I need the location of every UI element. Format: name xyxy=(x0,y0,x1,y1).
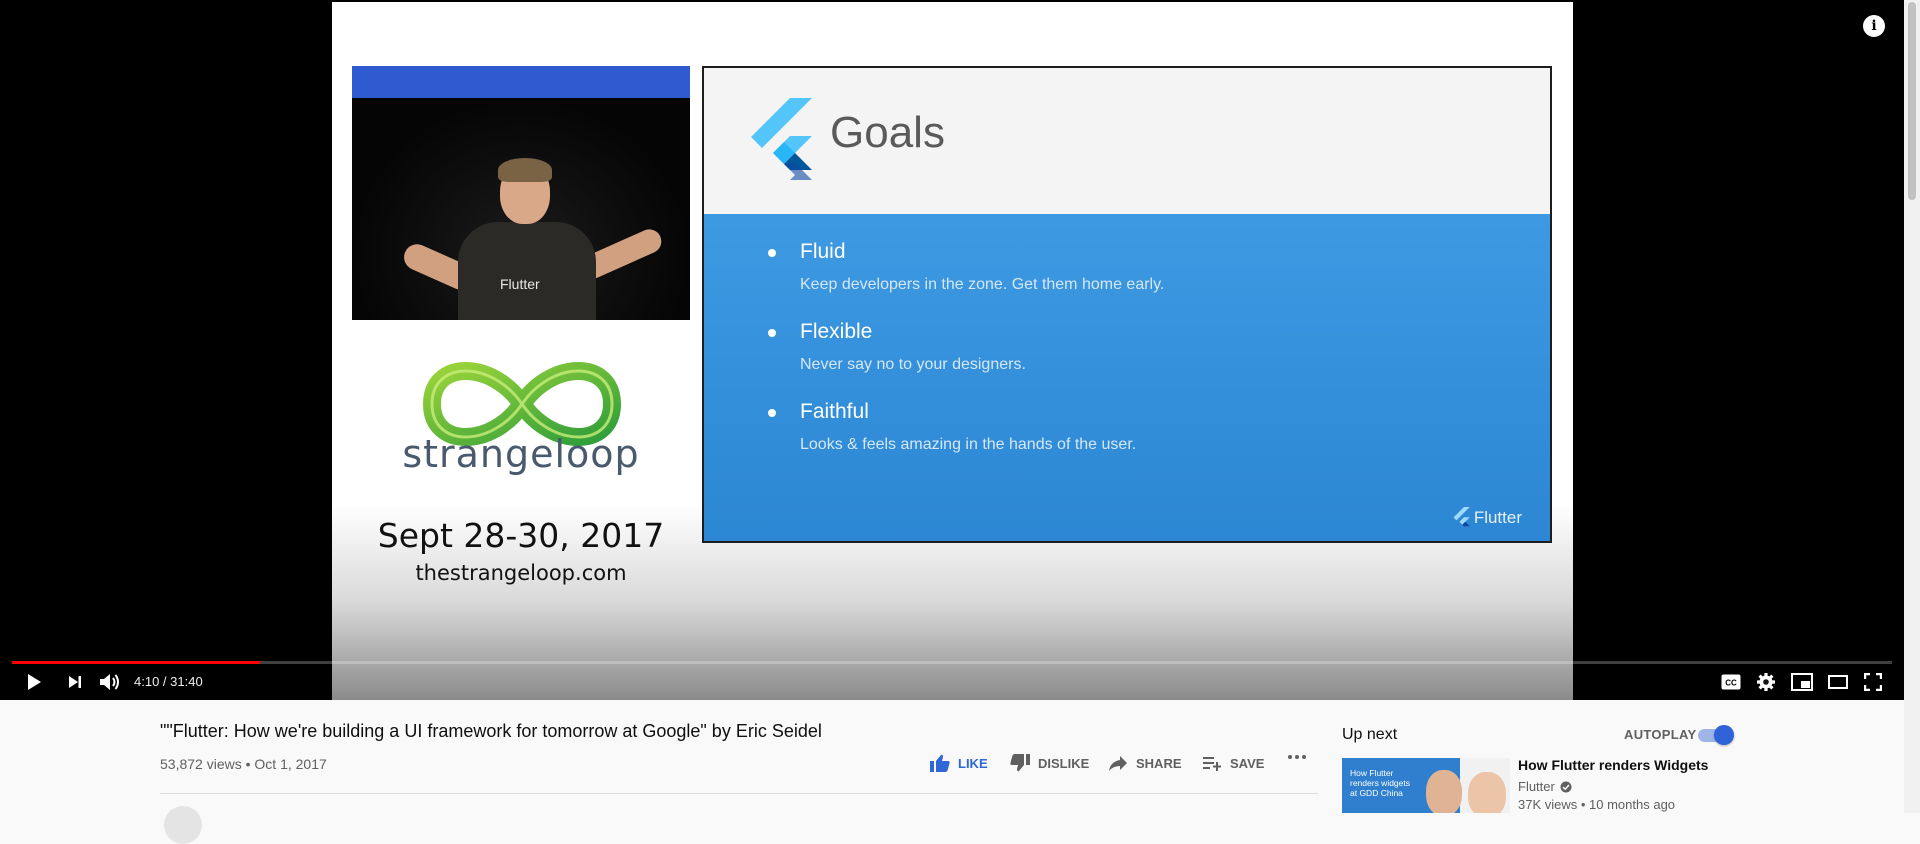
volume-icon[interactable] xyxy=(97,669,123,695)
save-icon xyxy=(1203,757,1221,771)
dislike-label: DISLIKE xyxy=(1038,755,1090,771)
video-title: ""Flutter: How we're building a UI frame… xyxy=(160,721,822,741)
frame-top-border xyxy=(332,0,1573,2)
save-button[interactable]: SAVE xyxy=(1202,754,1264,772)
recommendation-channel[interactable]: Flutter xyxy=(1518,779,1572,794)
like-button[interactable]: LIKE xyxy=(930,754,988,772)
more-icon xyxy=(1288,755,1306,759)
goal-description: Looks & feels amazing in the hands of th… xyxy=(800,436,1137,453)
slide-title: Goals xyxy=(830,108,945,157)
recommendation-channel-name: Flutter xyxy=(1518,779,1555,794)
bullet-icon xyxy=(768,249,776,257)
speaker-hair xyxy=(498,158,552,182)
bullet-icon xyxy=(768,409,776,417)
save-label: SAVE xyxy=(1230,755,1265,771)
presentation-slide: Goals Fluid Keep developers in the zone.… xyxy=(702,66,1552,543)
autoplay-toggle[interactable] xyxy=(1698,725,1734,745)
time-display: 4:10 / 31:40 xyxy=(134,674,203,689)
strangeloop-wordmark: strangeloop xyxy=(402,432,640,476)
verified-icon xyxy=(1560,781,1572,792)
event-dates: Sept 28-30, 2017 xyxy=(377,516,665,555)
dislike-icon xyxy=(1010,754,1030,772)
slide-brand: Flutter xyxy=(1452,507,1522,529)
next-icon[interactable] xyxy=(62,669,88,695)
captions-icon[interactable]: CC xyxy=(1718,669,1744,695)
up-next-label: Up next xyxy=(1342,726,1398,743)
page-scrollbar[interactable] xyxy=(1904,0,1920,813)
slide-header: Goals xyxy=(704,68,1550,214)
info-icon[interactable]: i xyxy=(1863,15,1885,37)
miniplayer-icon[interactable] xyxy=(1789,669,1815,695)
video-frame: Flutter strangeloop Sept 28-30, 2017 the… xyxy=(332,0,1573,700)
speaker-torso xyxy=(458,222,596,320)
autoplay-label: AUTOPLAY xyxy=(1624,727,1697,742)
theater-icon[interactable] xyxy=(1825,669,1851,695)
svg-text:CC: CC xyxy=(1725,679,1737,688)
share-button[interactable]: SHARE xyxy=(1108,754,1182,772)
fullscreen-icon[interactable] xyxy=(1860,669,1886,695)
recommendation-thumbnail[interactable]: How Flutter renders widgets at GDD China xyxy=(1342,758,1510,813)
flutter-logo-icon xyxy=(751,98,812,180)
flutter-small-icon xyxy=(1453,507,1470,527)
like-label: LIKE xyxy=(958,755,988,771)
goal-title: Faithful xyxy=(800,400,869,423)
play-icon[interactable] xyxy=(21,669,47,695)
channel-avatar[interactable] xyxy=(164,806,202,844)
bullet-icon xyxy=(768,329,776,337)
settings-icon[interactable] xyxy=(1753,669,1779,695)
section-divider xyxy=(160,793,1318,794)
thumbnail-person xyxy=(1468,772,1506,813)
speaker-shirt-logo: Flutter xyxy=(500,276,540,292)
thumbnail-person xyxy=(1426,770,1462,813)
video-player[interactable]: Flutter strangeloop Sept 28-30, 2017 the… xyxy=(0,0,1904,700)
recommendation-title[interactable]: How Flutter renders Widgets xyxy=(1518,757,1708,773)
share-label: SHARE xyxy=(1136,755,1182,771)
recommendation-meta: 37K views • 10 months ago xyxy=(1518,797,1676,812)
scrollbar-thumb[interactable] xyxy=(1908,2,1916,200)
slide-body: Fluid Keep developers in the zone. Get t… xyxy=(704,214,1550,541)
share-icon xyxy=(1109,756,1127,771)
more-actions-button[interactable] xyxy=(1287,754,1307,760)
event-url: thestrangeloop.com xyxy=(415,561,627,585)
player-controls: 4:10 / 31:40 CC xyxy=(0,664,1904,700)
slide-brand-label: Flutter xyxy=(1473,508,1522,527)
dislike-button[interactable]: DISLIKE xyxy=(1010,754,1089,772)
speaker-camera: Flutter xyxy=(352,66,690,320)
video-meta: 53,872 views • Oct 1, 2017 xyxy=(160,756,327,772)
goal-title: Fluid xyxy=(800,240,846,263)
goal-description: Never say no to your designers. xyxy=(800,356,1026,373)
autoplay-toggle-knob xyxy=(1714,725,1734,745)
goal-description: Keep developers in the zone. Get them ho… xyxy=(800,276,1165,293)
like-icon xyxy=(930,754,950,772)
goal-title: Flexible xyxy=(800,320,873,343)
speaker-camera-bluebar xyxy=(352,66,690,98)
thumbnail-text: How Flutter renders widgets at GDD China xyxy=(1350,768,1411,798)
